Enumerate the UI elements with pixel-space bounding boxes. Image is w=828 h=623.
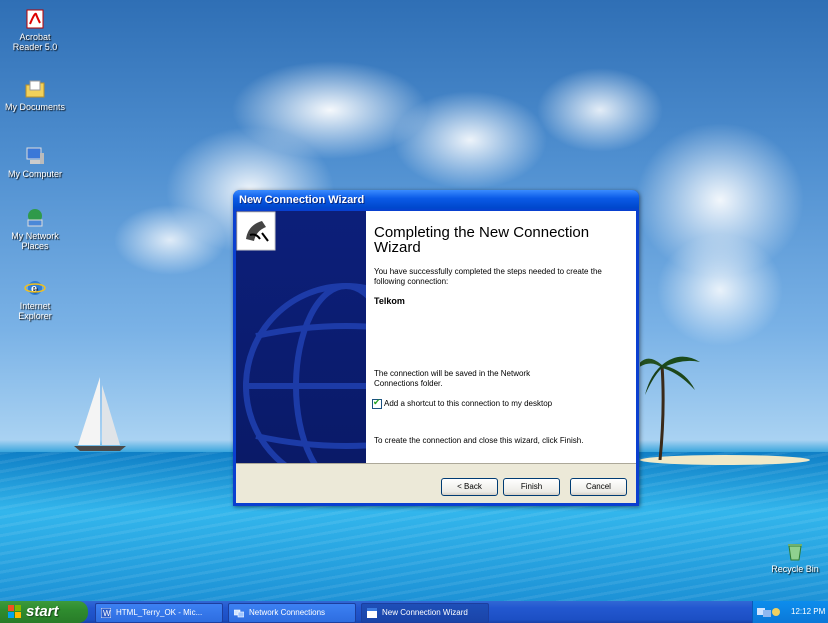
wizard-button-bar: < Back Finish Cancel bbox=[236, 463, 636, 504]
desktop-icon-recycle-bin[interactable]: Recycle Bin bbox=[764, 540, 826, 574]
window-title: New Connection Wizard bbox=[239, 194, 365, 206]
my-documents-folder-icon bbox=[25, 80, 45, 98]
desktop-icon-network-places[interactable]: My Network Places bbox=[4, 207, 66, 251]
back-button[interactable]: < Back bbox=[441, 478, 498, 496]
start-button[interactable]: start bbox=[0, 601, 88, 623]
wizard-intro-text: You have successfully completed the step… bbox=[374, 267, 602, 286]
windows-flag-icon bbox=[8, 605, 21, 618]
saved-note-text: The connection will be saved in the Netw… bbox=[374, 369, 531, 388]
network-connections-icon bbox=[234, 609, 244, 618]
clock[interactable]: 12:12 PM bbox=[791, 601, 825, 623]
finish-note-text: To create the connection and close this … bbox=[374, 436, 584, 445]
my-computer-icon bbox=[26, 147, 44, 164]
desktop-icon-label: My Computer bbox=[7, 169, 62, 179]
new-connection-wizard-window[interactable]: New Connection Wizard Completing the New… bbox=[233, 190, 639, 506]
palm-tree-wallpaper bbox=[640, 356, 700, 460]
taskbar-item-label: New Connection Wizard bbox=[382, 608, 468, 617]
taskbar-item-label: Network Connections bbox=[249, 608, 326, 617]
shortcut-checkbox[interactable]: ✔ bbox=[372, 397, 382, 409]
shortcut-option[interactable]: ✔ Add a shortcut to this connection to my… bbox=[372, 397, 553, 409]
connection-name: Telkom bbox=[374, 296, 405, 306]
finish-button[interactable]: Finish bbox=[503, 478, 560, 496]
wizard-heading: Completing the New Connection Wizard bbox=[374, 224, 590, 256]
system-tray: 12:12 PM bbox=[752, 601, 828, 623]
wizard-sidebar bbox=[236, 211, 366, 463]
wizard-client-area: Completing the New Connection Wizard You… bbox=[236, 211, 636, 503]
desktop-icon-label: My Network Places bbox=[11, 231, 59, 251]
taskbar-item-network-connections[interactable]: Network Connections bbox=[228, 603, 356, 623]
cancel-button[interactable]: Cancel bbox=[570, 478, 627, 496]
desktop-icon-my-computer[interactable]: My Computer bbox=[4, 145, 66, 179]
acrobat-reader-icon bbox=[26, 9, 44, 29]
shortcut-label: Add a shortcut to this connection to my … bbox=[384, 399, 553, 409]
window-titlebar[interactable]: New Connection Wizard bbox=[233, 190, 639, 211]
taskbar-item-label: HTML_Terry_OK - Mic... bbox=[116, 608, 203, 617]
internet-explorer-icon: e bbox=[24, 281, 46, 295]
desktop-icon-label: Recycle Bin bbox=[771, 564, 819, 574]
desktop-icon-my-documents[interactable]: My Documents bbox=[4, 78, 66, 112]
taskbar: start W HTML_Terry_OK - Mic... Network C… bbox=[0, 601, 828, 623]
sailboat-wallpaper bbox=[74, 377, 126, 451]
desktop-icon-label: Acrobat Reader 5.0 bbox=[12, 32, 58, 52]
desktop-icon-internet-explorer[interactable]: e Internet Explorer bbox=[4, 277, 66, 321]
connection-wizard-icon bbox=[236, 211, 276, 251]
svg-text:W: W bbox=[103, 609, 111, 618]
word-document-icon: W bbox=[101, 608, 111, 618]
taskbar-item-word-document[interactable]: W HTML_Terry_OK - Mic... bbox=[95, 603, 223, 623]
wizard-content: Completing the New Connection Wizard You… bbox=[366, 211, 636, 463]
recycle-bin-icon bbox=[788, 544, 802, 561]
network-tray-icon[interactable] bbox=[757, 606, 781, 618]
start-label: start bbox=[26, 603, 59, 620]
taskbar-item-new-connection-wizard[interactable]: New Connection Wizard bbox=[361, 603, 489, 623]
desktop-icon-label: My Documents bbox=[4, 102, 66, 112]
desktop-icon-acrobat[interactable]: Acrobat Reader 5.0 bbox=[4, 8, 66, 52]
checkmark-icon: ✔ bbox=[373, 397, 381, 407]
wizard-window-icon bbox=[367, 608, 377, 618]
network-places-icon bbox=[27, 209, 43, 227]
desktop-icon-label: Internet Explorer bbox=[18, 301, 52, 321]
